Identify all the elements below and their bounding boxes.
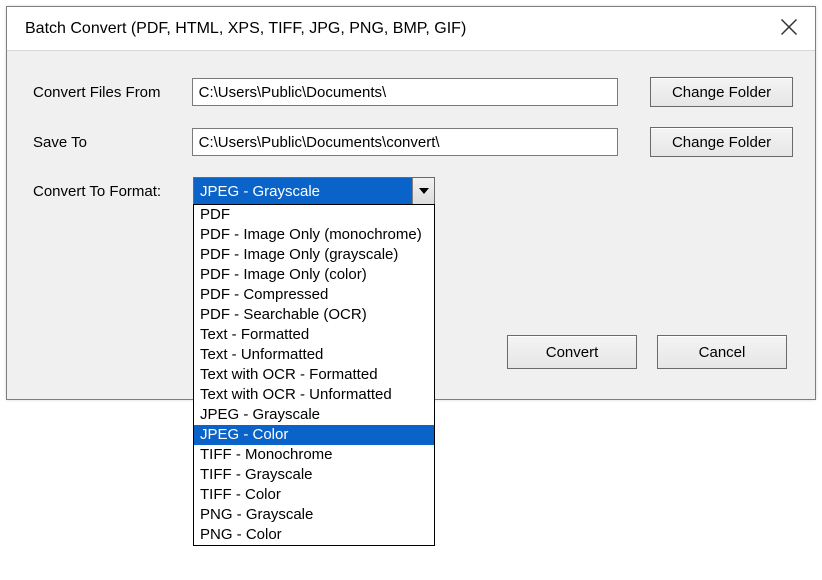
format-dropdown-button[interactable] [412,178,434,204]
format-dropdown-list[interactable]: PDFPDF - Image Only (monochrome)PDF - Im… [193,204,435,546]
format-option[interactable]: JPEG - Grayscale [194,405,434,425]
format-option[interactable]: PDF - Compressed [194,285,434,305]
close-icon [779,17,799,37]
input-convert-from[interactable] [192,78,618,106]
chevron-down-icon [419,188,429,194]
change-folder-save-button[interactable]: Change Folder [650,127,793,157]
format-option[interactable]: PNG - Grayscale [194,505,434,525]
label-save-to: Save To [33,134,192,151]
convert-button[interactable]: Convert [507,335,637,369]
row-save-to: Save To Change Folder [33,127,793,157]
format-option[interactable]: PDF - Image Only (monochrome) [194,225,434,245]
format-option[interactable]: Text - Unformatted [194,345,434,365]
format-combo-wrap: JPEG - Grayscale PDFPDF - Image Only (mo… [193,177,435,205]
format-option[interactable]: Text with OCR - Formatted [194,365,434,385]
input-save-to[interactable] [192,128,618,156]
format-option[interactable]: TIFF - Grayscale [194,465,434,485]
format-option[interactable]: PDF - Searchable (OCR) [194,305,434,325]
dialog-body: Convert Files From Change Folder Save To… [7,51,815,399]
label-convert-format: Convert To Format: [33,183,193,200]
window-title: Batch Convert (PDF, HTML, XPS, TIFF, JPG… [25,20,466,38]
format-option[interactable]: JPEG - Color [194,425,434,445]
row-convert-from: Convert Files From Change Folder [33,77,793,107]
close-button[interactable] [779,17,799,41]
format-selected-text: JPEG - Grayscale [194,178,412,204]
format-option[interactable]: PNG - Color [194,525,434,545]
row-format: Convert To Format: JPEG - Grayscale PDFP… [33,177,793,205]
format-option[interactable]: Text with OCR - Unformatted [194,385,434,405]
format-option[interactable]: TIFF - Color [194,485,434,505]
format-option[interactable]: PDF - Image Only (color) [194,265,434,285]
cancel-button[interactable]: Cancel [657,335,787,369]
batch-convert-dialog: Batch Convert (PDF, HTML, XPS, TIFF, JPG… [6,6,816,400]
format-option[interactable]: TIFF - Monochrome [194,445,434,465]
change-folder-from-button[interactable]: Change Folder [650,77,793,107]
format-option[interactable]: PDF - Image Only (grayscale) [194,245,434,265]
format-option[interactable]: Text - Formatted [194,325,434,345]
label-convert-from: Convert Files From [33,84,192,101]
titlebar: Batch Convert (PDF, HTML, XPS, TIFF, JPG… [7,7,815,51]
format-option[interactable]: PDF [194,205,434,225]
format-combobox[interactable]: JPEG - Grayscale [193,177,435,205]
